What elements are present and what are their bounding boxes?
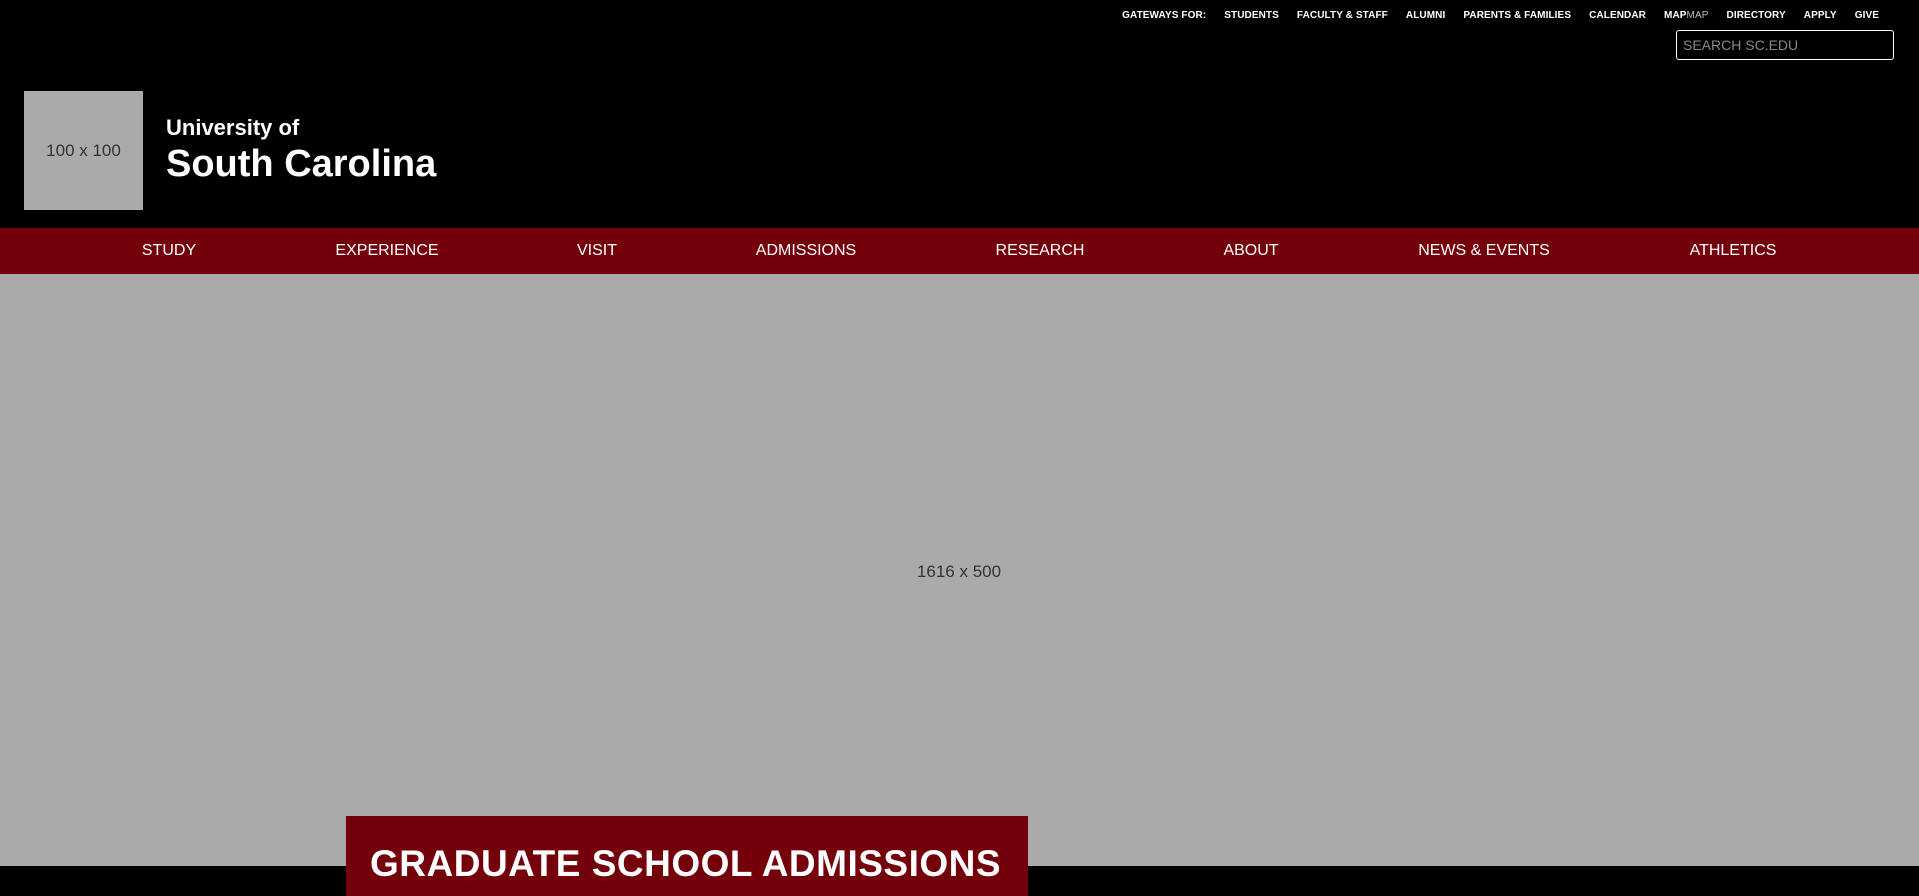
gateway-link-alumni[interactable]: ALUMNI <box>1406 10 1445 21</box>
hero-callout: GRADUATE SCHOOL ADMISSIONS <box>346 816 1028 896</box>
gateway-link-give[interactable]: GIVE <box>1855 10 1879 21</box>
gateway-bar: GATEWAYS FOR: STUDENTS FACULTY & STAFF A… <box>1104 10 1879 21</box>
university-wordmark[interactable]: University of South Carolina <box>166 114 436 186</box>
hero-callout-title: GRADUATE SCHOOL ADMISSIONS <box>370 843 1002 884</box>
gateway-link-faculty-staff[interactable]: FACULTY & STAFF <box>1297 10 1388 21</box>
nav-item-experience[interactable]: EXPERIENCE <box>335 228 438 274</box>
gateways-label: GATEWAYS FOR: <box>1122 10 1207 21</box>
nav-item-about[interactable]: ABOUT <box>1223 228 1278 274</box>
nav-item-study[interactable]: STUDY <box>142 228 196 274</box>
nav-item-visit[interactable]: VISIT <box>577 228 617 274</box>
logo-placeholder-label: 100 x 100 <box>46 140 121 160</box>
gateway-link-map[interactable]: MAPMAP <box>1664 10 1709 21</box>
gateway-link-parents-families[interactable]: PARENTS & FAMILIES <box>1463 10 1571 21</box>
wordmark-line1: University of <box>166 115 300 140</box>
nav-item-admissions[interactable]: ADMISSIONS <box>756 228 856 274</box>
wordmark-line2: South Carolina <box>166 143 437 185</box>
university-logo[interactable]: 100 x 100 <box>24 91 143 210</box>
gateway-link-directory[interactable]: DIRECTORY <box>1727 10 1786 21</box>
hero-banner: 1616 x 500 GRADUATE SCHOOL ADMISSIONS <box>0 274 1919 896</box>
nav-item-research[interactable]: RESEARCH <box>996 228 1085 274</box>
nav-item-athletics[interactable]: ATHLETICS <box>1690 228 1777 274</box>
gateway-link-students[interactable]: STUDENTS <box>1224 10 1279 21</box>
map-label: MAP <box>1664 10 1687 21</box>
nav-item-news-events[interactable]: NEWS & EVENTS <box>1418 228 1550 274</box>
main-navigation: STUDY EXPERIENCE VISIT ADMISSIONS RESEAR… <box>0 228 1919 274</box>
gateway-link-calendar[interactable]: CALENDAR <box>1589 10 1646 21</box>
search-input[interactable] <box>1676 30 1894 60</box>
hero-image-placeholder-label: 1616 x 500 <box>916 562 1002 581</box>
gateway-link-apply[interactable]: APPLY <box>1804 10 1837 21</box>
map-duplicate-label: MAP <box>1686 10 1709 21</box>
